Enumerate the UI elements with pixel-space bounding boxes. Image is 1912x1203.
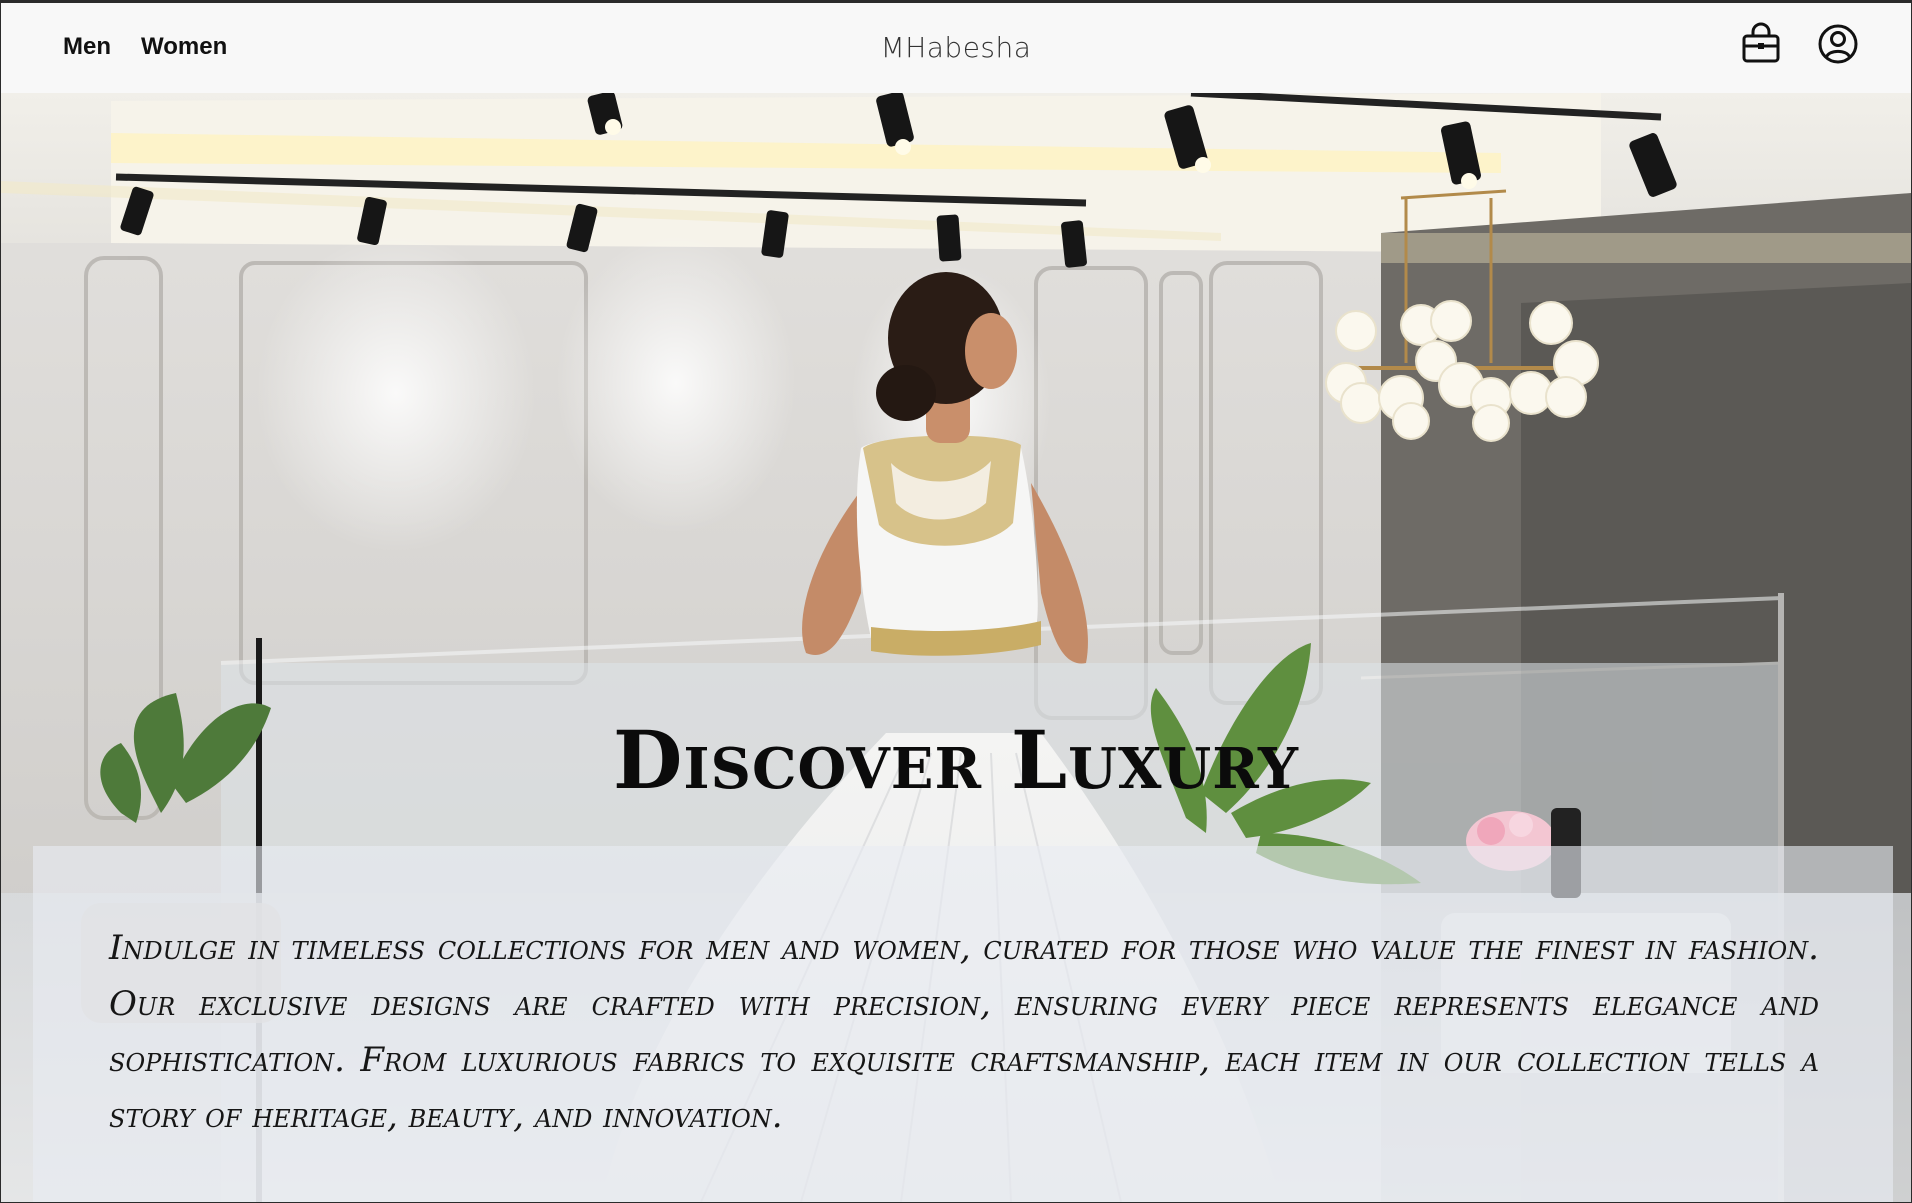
hero-section: Discover Luxury Indulge in timeless coll… xyxy=(1,93,1911,1202)
description-panel: Indulge in timeless collections for men … xyxy=(33,846,1893,1202)
shopping-bag-icon[interactable] xyxy=(1739,22,1783,66)
brand-logo-text[interactable]: MHabesha xyxy=(1,31,1911,64)
account-icon[interactable] xyxy=(1816,22,1860,66)
hero-title: Discover Luxury xyxy=(612,713,1300,807)
hero-description: Indulge in timeless collections for men … xyxy=(109,928,1819,1136)
top-navigation-bar: Men Women MHabesha xyxy=(1,1,1911,93)
browser-viewport: Men Women MHabesha Discover Luxury Indul… xyxy=(0,0,1912,1203)
